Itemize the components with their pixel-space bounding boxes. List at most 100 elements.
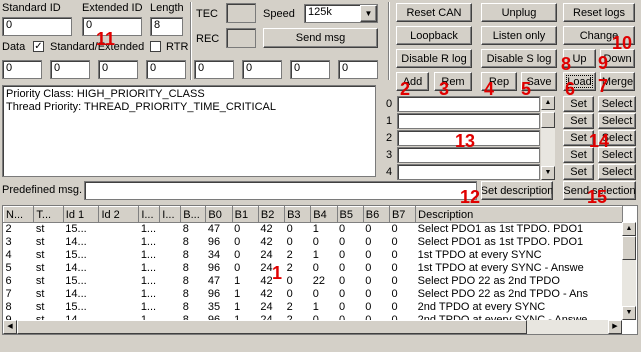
priority-info-area[interactable]: Priority Class: HIGH_PRIORITY_CLASS Thre… <box>2 85 376 177</box>
data-byte-3-input[interactable]: 0 <box>146 60 186 79</box>
column-header-7[interactable]: B0 <box>205 206 233 223</box>
table-scroll-down-icon[interactable]: ▼ <box>622 306 636 320</box>
data-byte-7-input[interactable]: 0 <box>338 60 378 79</box>
table-cell: st <box>35 288 45 300</box>
data-byte-4-input[interactable]: 0 <box>194 60 234 79</box>
table-hscroll-thumb[interactable] <box>17 320 527 334</box>
column-header-2[interactable]: Id 1 <box>62 206 100 223</box>
column-header-13[interactable]: B6 <box>362 206 390 223</box>
select-button-0[interactable]: Select <box>598 96 636 112</box>
table-cell <box>99 275 139 288</box>
table-row[interactable]: 2 st 15... 1... 8 47 0 42 0 1 0 0 0 Select PDO1 as 1s… <box>4 223 623 237</box>
table-row[interactable]: 4 st 15... 1... 8 34 0 24 2 1 0 0 0 1st TPDO at every… <box>4 249 623 262</box>
annotation-12: 12 <box>460 187 481 207</box>
table-cell: 14... <box>65 288 87 300</box>
data-byte-1-input[interactable]: 0 <box>50 60 90 79</box>
table-cell: st <box>35 249 45 261</box>
column-header-12[interactable]: B5 <box>336 206 364 223</box>
column-header-3[interactable]: Id 2 <box>98 206 140 223</box>
set-button-1[interactable]: Set <box>563 113 594 129</box>
table-row[interactable]: 7 st 14... 1... 8 96 1 42 0 0 0 0 0 Select PDO 22 as … <box>4 288 623 301</box>
predefined-msg-input[interactable] <box>84 181 477 200</box>
table-cell: 42 <box>260 223 273 235</box>
loopback-button[interactable]: Loopback <box>396 26 472 45</box>
table-cell: 2 <box>286 249 293 261</box>
data-byte-2-input[interactable]: 0 <box>98 60 138 79</box>
column-header-15[interactable]: Description <box>415 206 623 223</box>
messages-list[interactable]: N... T... Id 1 Id 2 I... I... B... B0 B1 B2 B3 B4 B5… <box>2 205 638 335</box>
table-cell: 8 <box>182 301 189 313</box>
reset-can-button[interactable]: Reset CAN <box>396 3 472 22</box>
table-cell: 1... <box>140 236 157 248</box>
table-cell: 8 <box>182 223 189 235</box>
standard-id-input[interactable]: 0 <box>2 17 72 36</box>
table-cell <box>160 275 181 288</box>
messages-table: N... T... Id 1 Id 2 I... I... B... B0 B1 B2 B3 B4 B5… <box>3 206 623 327</box>
table-row[interactable]: 3 st 14... 1... 8 96 0 42 0 0 0 0 0 Select PDO1 as 1s… <box>4 236 623 249</box>
table-cell <box>160 223 181 237</box>
data-byte-0-input[interactable]: 0 <box>2 60 42 79</box>
table-cell <box>99 249 139 262</box>
scroll-thumb[interactable] <box>541 112 555 128</box>
table-row[interactable]: 6st 15... 1... 8 47 1 42 0 22 0 0 0 Select PDO 22 as… <box>4 275 623 288</box>
disable-s-log-button[interactable]: Disable S log <box>481 49 557 68</box>
column-header-9[interactable]: B2 <box>257 206 286 223</box>
slot-input-1[interactable] <box>397 113 540 129</box>
table-cell: 0 <box>391 249 398 261</box>
listen-only-button[interactable]: Listen only <box>481 26 557 45</box>
slot-input-4[interactable] <box>397 164 540 180</box>
table-cell: 1st TPDO at every SYNC - Answe <box>417 262 584 274</box>
annotation-11: 11 <box>96 29 116 49</box>
column-header-6[interactable]: B... <box>180 206 207 223</box>
table-row[interactable]: 5st 14... 1... 8 96 0 24 2 0 0 0 0 1st TPDO at every… <box>4 262 623 275</box>
table-cell: 1 <box>234 288 241 300</box>
length-input[interactable]: 8 <box>150 17 183 36</box>
slot-input-0[interactable] <box>397 96 540 112</box>
data-byte-5-input[interactable]: 0 <box>242 60 282 79</box>
standard-id-label: Standard ID <box>2 2 61 14</box>
standard-extended-checkbox[interactable]: ✓ <box>33 41 44 52</box>
table-cell: 0 <box>286 288 293 300</box>
table-scroll-thumb[interactable] <box>622 236 636 260</box>
table-cell: 15... <box>65 275 87 287</box>
column-header-5[interactable]: I... <box>159 206 182 223</box>
table-row[interactable]: 8 st 15... 1... 8 35 1 24 2 1 0 0 0 2nd TPDO at every… <box>4 301 623 314</box>
column-header-11[interactable]: B4 <box>310 206 338 223</box>
table-cell: 24 <box>260 249 273 261</box>
set-description-button[interactable]: Set description <box>481 181 553 200</box>
table-cell: 1... <box>140 249 157 261</box>
data-byte-6-input[interactable]: 0 <box>290 60 330 79</box>
column-header-1[interactable]: T... <box>33 206 64 223</box>
table-scroll-left-icon[interactable]: ◀ <box>3 320 17 334</box>
priority-class-text: Priority Class: HIGH_PRIORITY_CLASS <box>6 88 205 100</box>
table-scroll-up-icon[interactable]: ▲ <box>622 222 636 236</box>
table-cell: 0 <box>391 262 398 274</box>
send-msg-button[interactable]: Send msg <box>263 28 378 48</box>
tec-label: TEC <box>196 8 218 20</box>
table-cell: 47 <box>207 223 221 235</box>
column-header-0[interactable]: N... <box>3 206 35 223</box>
table-scroll-right-icon[interactable]: ▶ <box>608 320 622 334</box>
table-cell: 22 <box>312 275 326 287</box>
table-cell: 0 <box>312 288 319 300</box>
table-cell: 2 <box>286 301 293 313</box>
set-button-4[interactable]: Set <box>563 164 594 180</box>
table-cell: 4 <box>5 249 12 261</box>
column-header-14[interactable]: B7 <box>388 206 417 223</box>
table-cell: 0 <box>234 223 241 235</box>
scroll-up-icon[interactable]: ▲ <box>541 96 555 110</box>
table-cell: 42 <box>260 236 273 248</box>
reset-logs-button[interactable]: Reset logs <box>563 3 635 22</box>
column-header-10[interactable]: B3 <box>284 206 312 223</box>
disable-r-log-button[interactable]: Disable R log <box>396 49 472 68</box>
scroll-down-icon[interactable]: ▼ <box>541 166 555 180</box>
rtr-checkbox[interactable] <box>150 41 161 52</box>
select-button-1[interactable]: Select <box>598 113 636 129</box>
select-button-4[interactable]: Select <box>598 164 636 180</box>
speed-dropdown-button[interactable]: ▼ <box>360 5 377 22</box>
tec-value <box>226 3 256 23</box>
unplug-button[interactable]: Unplug <box>481 3 557 22</box>
column-header-4[interactable]: I... <box>138 206 161 223</box>
column-header-8[interactable]: B1 <box>231 206 259 223</box>
table-cell <box>160 288 181 301</box>
